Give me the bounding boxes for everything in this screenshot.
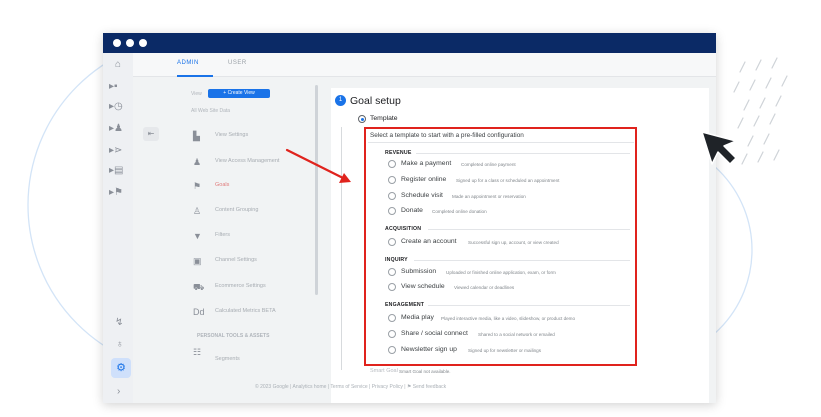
clock-icon[interactable]: ▸◷ [109, 101, 129, 113]
option-description: Completed online donation [432, 208, 487, 214]
nav-scrollbar[interactable] [315, 85, 318, 295]
create-view-button[interactable]: + Create View [208, 89, 270, 98]
radio-button[interactable] [388, 268, 396, 276]
sidebar-item-label: Filters [215, 232, 230, 238]
step-connector-line [341, 127, 342, 370]
window-titlebar [103, 33, 716, 53]
person-icon[interactable]: ▸♟ [109, 123, 129, 135]
left-rail: ⌂ ▸▪ ▸◷ ▸♟ ▸⋗ ▸▤ ▸⚑ ↯ ♁ ⚙ › [103, 53, 133, 403]
option-name: Make a payment [401, 160, 452, 167]
template-label: Template [370, 115, 398, 122]
view-label: View [191, 91, 202, 97]
sidebar-item-label: Content Grouping [215, 207, 259, 213]
option-name: Register online [401, 176, 447, 183]
dd-icon: Dd [193, 307, 205, 317]
radio-button[interactable] [388, 176, 396, 184]
category-heading: INQUIRY [385, 257, 408, 263]
admin-tabs: ADMIN USER [133, 53, 716, 77]
radio-button[interactable] [388, 346, 396, 354]
divider [414, 260, 630, 261]
option-description: Completed online payment [461, 161, 516, 167]
admin-gear-icon[interactable]: ⚙ [111, 358, 131, 378]
option-name: Schedule visit [401, 192, 443, 199]
radio-button[interactable] [388, 283, 396, 291]
radio-button[interactable] [388, 192, 396, 200]
option-name: Newsletter sign up [401, 346, 457, 353]
tab-user[interactable]: USER [228, 60, 247, 66]
option-name: Donate [401, 207, 423, 214]
divider [428, 305, 630, 306]
sidebar-item-label: View Settings [215, 132, 249, 138]
behavior-icon[interactable]: ▸▤ [109, 165, 129, 177]
radio-button[interactable] [388, 160, 396, 168]
flag-icon: ⚑ [193, 181, 202, 191]
sidebar-item-label: View Access Management [215, 158, 280, 164]
document-icon: ▙ [193, 131, 200, 141]
option-name: Media play [401, 314, 434, 321]
option-description: Signed up for newsletter or mailings [468, 347, 542, 353]
option-description: Played interactive media, like a video, … [441, 315, 576, 321]
divider [428, 229, 630, 230]
sidebar-item-label: Channel Settings [215, 257, 257, 263]
back-arrow-icon[interactable]: ⇤ [143, 127, 159, 141]
filter-icon: ▼ [193, 231, 202, 241]
smart-goal-option[interactable]: Smart Goal [370, 368, 398, 374]
step-number-badge: 1 [335, 95, 346, 106]
category-heading: ACQUISITION [385, 226, 422, 232]
screenshot-stage: ⌂ ▸▪ ▸◷ ▸♟ ▸⋗ ▸▤ ▸⚑ ↯ ♁ ⚙ › ADMIN USER V… [0, 0, 821, 417]
template-radio[interactable] [358, 115, 366, 123]
sidebar-item-label: Calculated Metrics BETA [215, 308, 276, 314]
option-description: Shared to a social network or emailed [478, 331, 555, 337]
option-description: Successful sign up, account, or view cre… [468, 239, 559, 245]
window-dot-icon[interactable] [139, 39, 147, 47]
personal-tools-heading: PERSONAL TOOLS & ASSETS [197, 333, 270, 339]
segments-icon: ☷ [193, 347, 202, 357]
tab-admin[interactable]: ADMIN [177, 60, 199, 66]
option-name: View schedule [401, 283, 445, 290]
channel-icon: ▣ [193, 256, 202, 266]
home-icon[interactable]: ⌂ [115, 59, 135, 71]
view-settings-panel: View + Create View All Web Site Data ⇤ ▙… [133, 77, 318, 403]
radio-button[interactable] [388, 314, 396, 322]
divider [368, 142, 634, 143]
sidebar-item-label: Goals [215, 182, 230, 188]
attribution-icon[interactable]: ↯ [115, 317, 135, 329]
sidebar-item-label: Ecommerce Settings [215, 283, 266, 289]
radio-button[interactable] [388, 330, 396, 338]
option-description: Uploaded or finished online application,… [446, 269, 556, 275]
segments-label[interactable]: Segments [215, 356, 240, 362]
window-dot-icon[interactable] [113, 39, 121, 47]
cart-icon: ⛟ [193, 282, 205, 292]
template-prompt: Select a template to start with a pre-fi… [370, 132, 524, 139]
option-description: Signed up for a class or scheduled an ap… [456, 177, 560, 183]
radio-button[interactable] [388, 207, 396, 215]
radio-button[interactable] [388, 238, 396, 246]
people-icon: ♟ [193, 157, 202, 167]
option-name: Share / social connect [401, 330, 468, 337]
conversions-icon[interactable]: ▸⚑ [109, 187, 129, 199]
category-heading: REVENUE [385, 150, 412, 156]
view-name[interactable]: All Web Site Data [191, 108, 230, 114]
window-dot-icon[interactable] [126, 39, 134, 47]
smart-goal-note: Smart Goal not available. [399, 368, 451, 374]
option-name: Submission [401, 268, 437, 275]
option-description: Viewed calendar or deadlines [454, 284, 515, 290]
person-icon: ♙ [193, 206, 202, 216]
page-footer[interactable]: © 2023 Google | Analytics home | Terms o… [255, 384, 446, 390]
goal-setup-title: Goal setup [350, 95, 401, 107]
divider [416, 153, 630, 154]
acquisition-icon[interactable]: ▸⋗ [109, 145, 129, 157]
option-description: Made an appointment or reservation [452, 193, 526, 199]
customization-icon[interactable]: ▸▪ [109, 81, 129, 93]
option-name: Create an account [401, 238, 457, 245]
category-heading: ENGAGEMENT [385, 302, 425, 308]
